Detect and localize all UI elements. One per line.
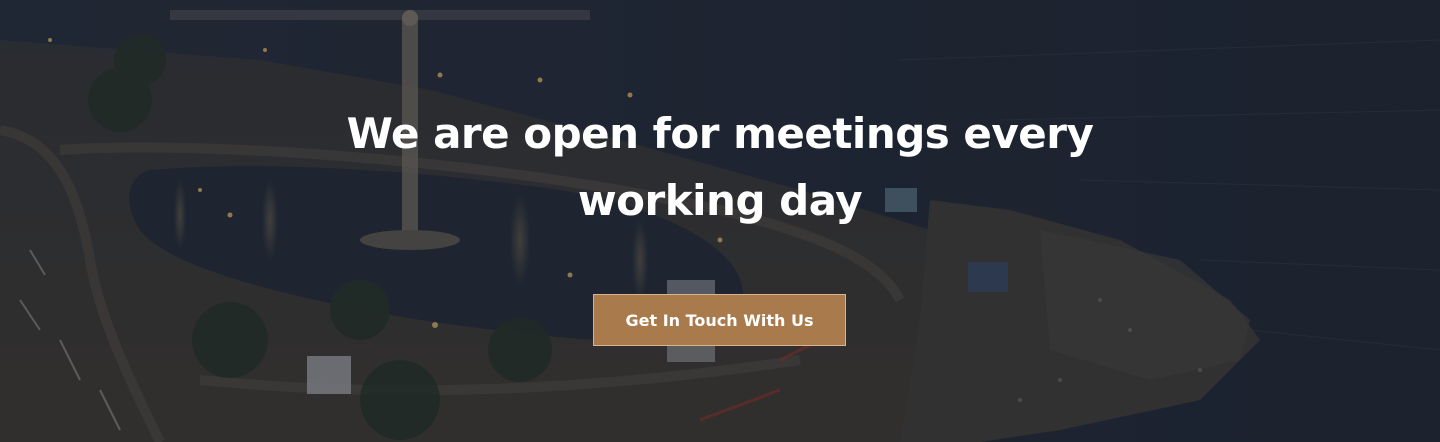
get-in-touch-button[interactable]: Get In Touch With Us: [593, 294, 846, 346]
hero-section: We are open for meetings every working d…: [0, 0, 1440, 442]
hero-title: We are open for meetings every working d…: [346, 109, 1094, 225]
hero-content: We are open for meetings every working d…: [0, 0, 1440, 442]
